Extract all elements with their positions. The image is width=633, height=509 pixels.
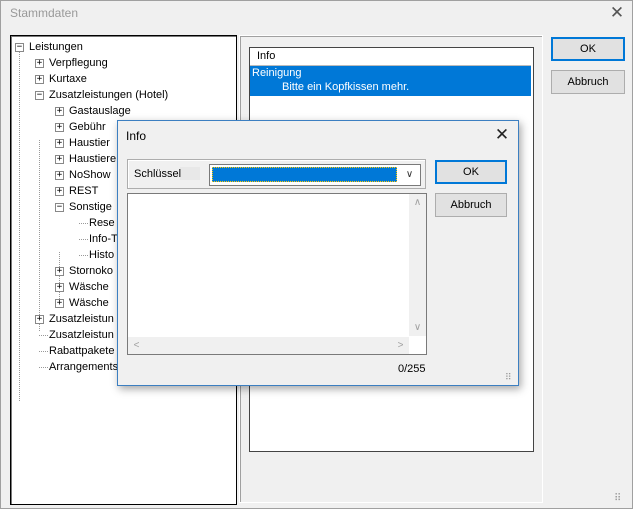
info-column-header: Info <box>257 50 276 62</box>
tree-item-label: Wäsche <box>69 281 109 293</box>
info-list-header[interactable]: Info <box>250 48 531 66</box>
tree-item-label: NoShow <box>69 169 111 181</box>
expand-icon[interactable]: + <box>55 171 64 180</box>
key-label-background <box>180 167 200 180</box>
expand-icon[interactable]: + <box>35 59 44 68</box>
tree-item-label: Arrangements <box>49 361 119 373</box>
tree-item-label: REST <box>69 185 99 197</box>
scroll-left-icon[interactable]: < <box>128 337 145 354</box>
tree-item-label: Stornoko <box>69 265 114 277</box>
expand-icon[interactable]: + <box>35 75 44 84</box>
info-dialog: Info ✕ Schlüssel ∨ OK Abbruch ∧ ∨ < > 0/… <box>117 120 519 386</box>
expand-icon[interactable]: + <box>55 299 64 308</box>
vertical-scrollbar[interactable]: ∧ ∨ <box>409 194 426 336</box>
ok-button[interactable]: OK <box>551 37 625 61</box>
list-item-text: Bitte ein Kopfkissen mehr. <box>282 81 410 93</box>
tree-item-label: Rese <box>89 217 115 229</box>
combo-selected-value <box>212 167 397 182</box>
expand-icon[interactable]: + <box>55 123 64 132</box>
dialog-cancel-button[interactable]: Abbruch <box>435 193 507 217</box>
tree-item-label: Haustier <box>69 137 110 149</box>
tree-item-label: Gebühr <box>69 121 106 133</box>
tree-item-label: Gastauslage <box>69 105 131 117</box>
horizontal-scrollbar[interactable]: < > <box>128 337 409 354</box>
tree-item-label: Haustiere <box>69 153 117 165</box>
tree-item-label: Kurtaxe <box>49 73 87 85</box>
key-combobox[interactable]: ∨ <box>209 164 421 186</box>
scroll-right-icon[interactable]: > <box>392 337 409 354</box>
char-counter: 0/255 <box>398 363 426 375</box>
cancel-button[interactable]: Abbruch <box>551 70 625 94</box>
expand-icon[interactable]: + <box>55 267 64 276</box>
tree-item-label: Sonstige <box>69 201 112 213</box>
tree-item-label: Histo <box>89 249 115 261</box>
expand-icon[interactable]: + <box>55 107 64 116</box>
scroll-up-icon[interactable]: ∧ <box>409 194 426 211</box>
expand-icon[interactable]: + <box>55 283 64 292</box>
key-group: Schlüssel ∨ <box>127 159 426 189</box>
tree-item-label: Verpflegung <box>49 57 108 69</box>
key-label: Schlüssel <box>134 168 182 180</box>
tree-item-label: Leistungen <box>29 41 83 53</box>
dialog-ok-button[interactable]: OK <box>435 160 507 184</box>
tree-item-label: Zusatzleistun <box>49 313 114 325</box>
dialog-title: Info <box>126 129 147 143</box>
tree-item-label: Zusatzleistungen (Hotel) <box>49 89 169 101</box>
window-title: Stammdaten <box>10 6 79 20</box>
collapse-icon[interactable]: − <box>55 203 64 212</box>
window-close-icon[interactable]: ✕ <box>607 3 627 23</box>
info-text-area[interactable]: ∧ ∨ < > <box>127 193 427 355</box>
tree-item-label: Rabattpakete <box>49 345 115 357</box>
expand-icon[interactable]: + <box>55 139 64 148</box>
tree-item-label: Zusatzleistun <box>49 329 114 341</box>
list-item-title: Reinigung <box>252 67 302 79</box>
list-item-selected[interactable]: Reinigung Bitte ein Kopfkissen mehr. <box>250 66 531 96</box>
tree-item-label: Wäsche <box>69 297 109 309</box>
chevron-down-icon[interactable]: ∨ <box>401 166 418 183</box>
scroll-down-icon[interactable]: ∨ <box>409 319 426 336</box>
dialog-close-icon[interactable]: ✕ <box>492 125 512 145</box>
expand-icon[interactable]: + <box>55 187 64 196</box>
collapse-icon[interactable]: − <box>15 43 24 52</box>
tree-item-label: Info-T <box>89 233 118 245</box>
expand-icon[interactable]: + <box>55 155 64 164</box>
collapse-icon[interactable]: − <box>35 91 44 100</box>
resize-grip-icon[interactable]: ⠿ <box>505 372 515 382</box>
expand-icon[interactable]: + <box>35 315 44 324</box>
window-resize-grip-icon[interactable]: ⠿ <box>614 493 628 507</box>
